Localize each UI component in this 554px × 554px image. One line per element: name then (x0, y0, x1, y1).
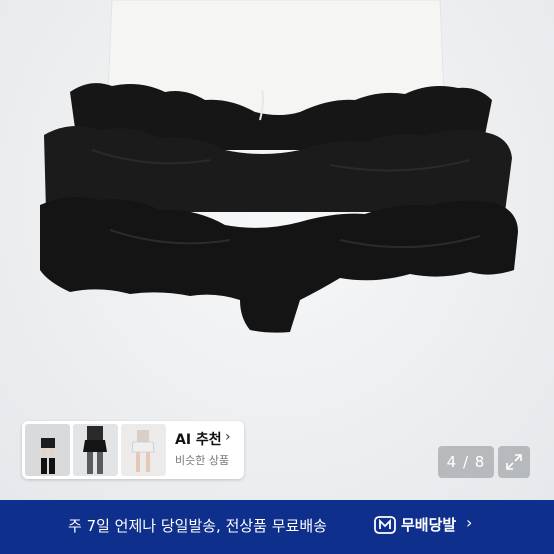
ai-recommend-title[interactable]: AI 추천 (175, 429, 222, 449)
chevron-right-icon[interactable]: › (466, 513, 472, 532)
delivery-badge-label: 무배당발 (401, 516, 457, 534)
chevron-right-icon[interactable]: › (225, 429, 231, 445)
recommend-thumbnail-2[interactable] (73, 424, 118, 476)
recommend-thumbnail-3[interactable] (121, 424, 166, 476)
ai-recommend-card[interactable]: AI 추천 › 비슷한 상품 (22, 421, 244, 479)
expand-button[interactable] (498, 446, 530, 478)
ai-recommend-subtitle: 비슷한 상품 (175, 454, 230, 467)
delivery-badge-icon (374, 516, 396, 534)
recommend-thumbnail-1[interactable] (25, 424, 70, 476)
promo-text: 주 7일 언제나 당일발송, 전상품 무료배송 (68, 517, 327, 535)
gallery-page-counter: 4 / 8 (438, 446, 494, 478)
expand-icon (506, 454, 522, 470)
